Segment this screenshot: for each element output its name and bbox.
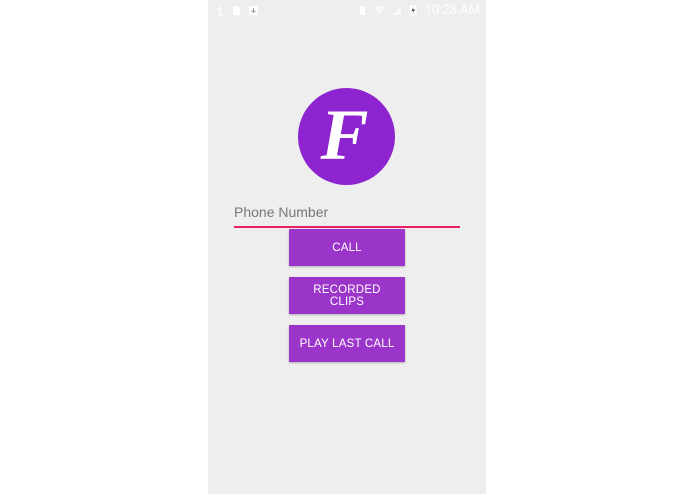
recorded-clips-button[interactable]: RECORDED CLIPS bbox=[289, 277, 405, 314]
status-time: 10:28 AM bbox=[424, 2, 480, 18]
call-button[interactable]: CALL bbox=[289, 229, 405, 266]
sd-card-icon bbox=[231, 5, 242, 16]
download-icon bbox=[248, 5, 259, 16]
status-bar: 10:28 AM bbox=[208, 0, 486, 20]
wifi-icon bbox=[374, 5, 385, 16]
logo-letter: F bbox=[320, 94, 369, 175]
battery-charging-icon bbox=[408, 5, 419, 16]
app-logo: F bbox=[298, 88, 395, 185]
vibrate-icon bbox=[357, 5, 368, 16]
app-screen: 10:28 AM F CALL RECORDED CLIPS PLAY LAST… bbox=[208, 0, 486, 494]
usb-icon bbox=[214, 5, 225, 16]
play-last-call-button[interactable]: PLAY LAST CALL bbox=[289, 325, 405, 362]
phone-number-input[interactable] bbox=[234, 200, 460, 228]
signal-icon bbox=[391, 5, 402, 16]
